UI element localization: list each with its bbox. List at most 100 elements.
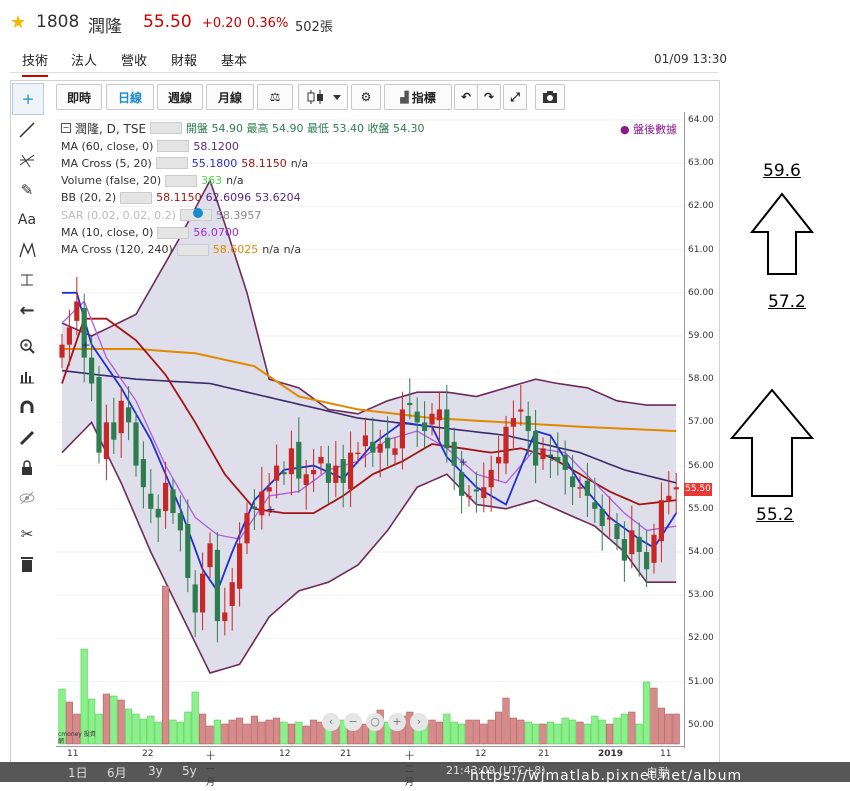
legend-indicator-row: Volume (false, 20) 363 n/a (61, 173, 244, 189)
reset-zoom-icon[interactable]: ○ (366, 713, 384, 731)
scroll-left-icon[interactable]: ‹ (322, 713, 340, 731)
zoom-in-small-icon[interactable]: + (388, 713, 406, 731)
indicator-controls-icon[interactable] (155, 157, 188, 170)
volume-bar (606, 723, 614, 745)
candle-body (325, 463, 331, 483)
up-arrow-icon (750, 192, 814, 275)
indicator-controls-icon[interactable] (176, 243, 209, 256)
legend-controls-icon[interactable] (150, 122, 183, 134)
candle-body (288, 448, 294, 475)
candle-body (140, 459, 146, 488)
crosshair-icon[interactable]: + (12, 83, 44, 115)
trash-icon[interactable] (12, 549, 42, 579)
indicator-value: 56.0700 (193, 226, 239, 239)
trendline-icon[interactable] (12, 115, 42, 145)
up-arrow-large-icon (730, 388, 814, 497)
candle-body (429, 413, 435, 425)
sar-settings-icon[interactable] (193, 208, 203, 218)
candle-body (644, 552, 650, 570)
volume-bar (428, 719, 436, 745)
range-6m-button[interactable]: 6月 (107, 764, 127, 781)
fib-tool-icon[interactable] (12, 145, 42, 175)
legend-indicator-row: BB (20, 2) 58.1150 62.6096 53.6204 (61, 190, 301, 206)
volume-bar (139, 718, 147, 745)
indicator-controls-icon[interactable] (157, 226, 190, 239)
interval-monthly-button[interactable]: 月線 (206, 84, 254, 110)
after-hours-label[interactable]: ● 盤後數據 (620, 121, 677, 137)
text-tool-icon[interactable]: Aa (12, 205, 42, 235)
back-arrow-icon[interactable]: ← (12, 295, 42, 325)
volume-bar (576, 721, 584, 745)
candle-body (629, 530, 635, 555)
cross-marker: + (81, 339, 90, 352)
tab-financials[interactable]: 財報 (171, 50, 197, 69)
undo-icon[interactable]: ↶ (454, 84, 478, 110)
range-3y-button[interactable]: 3y (148, 764, 163, 778)
range-5y-button[interactable]: 5y (182, 764, 197, 778)
volume-bar (583, 723, 591, 745)
indicator-value: 58.6025 (212, 243, 259, 257)
candle-body (666, 495, 672, 501)
collapse-icon[interactable]: − (61, 123, 71, 133)
indicator-value: n/a (262, 243, 280, 257)
tab-institutional[interactable]: 法人 (71, 50, 97, 69)
interval-intraday-button[interactable]: 即時 (56, 84, 102, 110)
candle-body (133, 422, 139, 466)
candle-body (392, 448, 398, 455)
candle-body (407, 402, 413, 406)
tab-revenue[interactable]: 營收 (121, 50, 147, 69)
measure-tool-icon[interactable] (12, 265, 42, 295)
candle-body (274, 465, 280, 481)
candle-body (311, 469, 317, 475)
candle-body (533, 431, 539, 466)
volume-bar (650, 687, 658, 745)
range-1d-button[interactable]: 1日 (68, 764, 88, 781)
candle-body (510, 418, 516, 427)
snapshot-camera-icon[interactable] (535, 84, 565, 110)
candle-body (59, 344, 65, 358)
indicator-controls-icon[interactable] (165, 174, 198, 187)
indicator-label: MA (10, close, 0) (61, 226, 154, 239)
favorite-star-icon[interactable]: ★ (10, 12, 26, 33)
indicator-button[interactable]: ▟ 指標 (384, 84, 452, 110)
pattern-tool-icon[interactable] (12, 235, 42, 265)
draw-mode-icon[interactable] (12, 423, 42, 453)
y-tick-label: 60.00 (688, 287, 714, 298)
y-tick-label: 61.00 (688, 244, 714, 255)
lock-icon[interactable] (12, 453, 42, 483)
x-tick-label: 2019 (598, 749, 624, 759)
indicator-controls-icon[interactable] (120, 191, 153, 204)
interval-weekly-button[interactable]: 週線 (157, 84, 203, 110)
bar-chart-tool-icon[interactable] (12, 361, 42, 391)
chart-type-candle-icon[interactable] (298, 84, 348, 110)
current-price-tag: 55.50 (684, 483, 712, 496)
indicator-label: MA (60, close, 0) (61, 139, 154, 153)
x-tick-label: 21 (538, 749, 550, 759)
tab-basic[interactable]: 基本 (221, 50, 247, 69)
brush-icon[interactable]: ✎ (12, 175, 42, 205)
candle-body (436, 409, 442, 421)
zoom-in-icon[interactable] (12, 331, 42, 361)
candle-body (658, 500, 664, 542)
indicator-controls-icon[interactable] (157, 140, 190, 152)
zoom-out-icon[interactable]: − (344, 713, 362, 731)
hide-drawings-icon[interactable] (12, 483, 42, 513)
volume-bar (206, 725, 214, 745)
stock-code: 1808 (36, 12, 80, 32)
legend-indicator-row: SAR (0.02, 0.02, 0.2) 58.3957 (61, 207, 261, 223)
volume-bar (561, 717, 569, 745)
cross-marker: + (459, 455, 468, 468)
volume-bar (665, 713, 673, 745)
compare-icon[interactable]: ⚖ (257, 84, 293, 110)
volume-bar (176, 721, 184, 745)
interval-daily-button[interactable]: 日線 (106, 84, 154, 110)
redo-icon[interactable]: ↷ (477, 84, 501, 110)
settings-gear-icon[interactable]: ⚙ (351, 84, 381, 110)
stock-price: 55.50 (143, 12, 192, 32)
candle-body (259, 491, 265, 516)
volume-bar (613, 717, 621, 745)
scroll-right-icon[interactable]: › (410, 713, 428, 731)
magnet-icon[interactable] (12, 393, 42, 423)
tools-settings-icon[interactable]: ✂ (12, 519, 42, 549)
fullscreen-icon[interactable]: ⤢ (503, 84, 527, 110)
